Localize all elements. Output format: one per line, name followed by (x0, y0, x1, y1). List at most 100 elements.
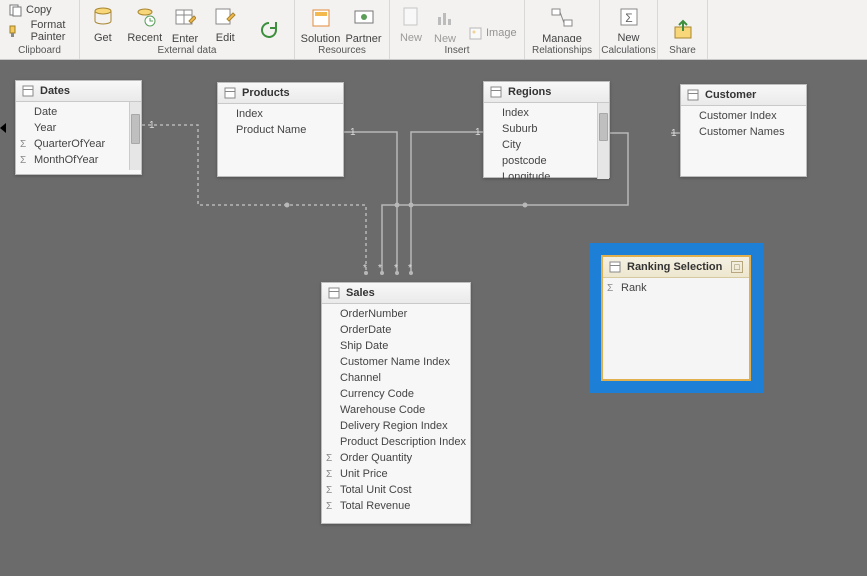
table-body-customer: Customer Index Customer Names (681, 106, 806, 142)
external-group-label: External data (80, 42, 295, 59)
field-row[interactable]: Date (16, 104, 141, 120)
scrollbar[interactable] (597, 103, 609, 179)
field-label: Channel (340, 372, 381, 384)
table-body-sales: OrderNumber OrderDate Ship Date Customer Na… (322, 304, 470, 516)
svg-text:*: * (408, 263, 412, 274)
table-sales[interactable]: Sales OrderNumber OrderDate Ship Date Custo… (321, 282, 471, 524)
field-row[interactable]: Suburb (484, 121, 609, 137)
field-row[interactable]: Customer Name Index (322, 354, 470, 370)
table-header-ranking[interactable]: Ranking Selection □ (603, 257, 749, 278)
table-header-products[interactable]: Products (218, 83, 343, 104)
table-icon (490, 86, 502, 98)
copy-button[interactable]: Copy (4, 2, 56, 18)
table-title: Sales (346, 287, 375, 299)
field-label: Unit Price (340, 468, 388, 480)
field-row[interactable]: Σ Total Unit Cost (322, 482, 470, 498)
table-header-dates[interactable]: Dates (16, 81, 141, 102)
scrollbar[interactable] (129, 102, 141, 170)
field-row[interactable]: Index (484, 105, 609, 121)
field-row[interactable]: Product Description Index (322, 434, 470, 450)
field-row[interactable]: Warehouse Code (322, 402, 470, 418)
field-row[interactable]: Ship Date (322, 338, 470, 354)
table-body-ranking: Σ Rank (603, 278, 749, 298)
field-label: OrderNumber (340, 308, 407, 320)
field-row[interactable]: Currency Code (322, 386, 470, 402)
table-icon (687, 89, 699, 101)
table-dates[interactable]: Dates Date Year ΣQuarterOfYear ΣMonthOfY… (15, 80, 142, 175)
field-label: Customer Names (699, 126, 785, 138)
sigma-icon: Σ (326, 453, 332, 464)
sigma-icon: Σ (326, 501, 332, 512)
measure-icon: Σ (616, 4, 642, 30)
ribbon-group-labels: Clipboard External data Resources Insert… (0, 42, 867, 60)
field-row[interactable]: City (484, 137, 609, 153)
showcase-icon (351, 5, 377, 31)
table-icon (609, 261, 621, 273)
field-row[interactable]: Customer Names (681, 124, 806, 140)
field-row[interactable]: ΣMonthOfYear (16, 152, 141, 168)
field-row[interactable]: Σ Rank (603, 280, 749, 296)
relationship-icon (549, 5, 575, 31)
field-label: Delivery Region Index (340, 420, 448, 432)
field-row[interactable]: Index (218, 106, 343, 122)
svg-text:1: 1 (671, 128, 677, 139)
field-row[interactable]: OrderDate (322, 322, 470, 338)
insert-group-label: Insert (390, 42, 525, 59)
field-label: Year (34, 122, 56, 134)
table-body-products: Index Product Name (218, 104, 343, 140)
cursor-icon (0, 123, 6, 133)
model-canvas[interactable]: 1 1 1 1 * * * * Dates Date Year ΣQuarter… (0, 60, 867, 576)
field-label: Rank (621, 282, 647, 294)
relationships-group-label: Relationships (525, 42, 600, 59)
field-label: Date (34, 106, 57, 118)
field-row[interactable]: Year (16, 120, 141, 136)
table-title: Ranking Selection (627, 261, 722, 273)
sigma-icon: Σ (607, 283, 613, 294)
table-icon (328, 287, 340, 299)
table-title: Dates (40, 85, 70, 97)
field-label: Customer Name Index (340, 356, 450, 368)
sigma-icon: Σ (326, 485, 332, 496)
field-label: Product Name (236, 124, 306, 136)
field-label: Index (236, 108, 263, 120)
field-row[interactable]: ΣUnit Price (322, 466, 470, 482)
image-button[interactable]: Image (464, 25, 521, 41)
page-icon (398, 4, 424, 30)
field-row[interactable]: Longitude (484, 169, 609, 179)
format-painter-button[interactable]: Format Painter (4, 18, 75, 44)
table-products[interactable]: Products Index Product Name (217, 82, 344, 177)
field-row[interactable]: Product Name (218, 122, 343, 138)
field-row[interactable]: ΣTotal Revenue (322, 498, 470, 514)
calculations-group-label: Calculations (600, 42, 658, 59)
field-row[interactable]: Customer Index (681, 108, 806, 124)
field-label: Currency Code (340, 388, 414, 400)
scrollbar-thumb[interactable] (599, 113, 608, 141)
table-body-dates: Date Year ΣQuarterOfYear ΣMonthOfYear (16, 102, 141, 170)
image-icon (468, 26, 482, 40)
table-customer[interactable]: Customer Customer Index Customer Names (680, 84, 807, 177)
table-header-sales[interactable]: Sales (322, 283, 470, 304)
field-row[interactable]: Delivery Region Index (322, 418, 470, 434)
table-regions[interactable]: Regions Index Suburb City postcode Longi… (483, 81, 610, 178)
field-label: Suburb (502, 123, 537, 135)
ranking-selection-highlight: Ranking Selection □ Σ Rank (589, 243, 763, 393)
field-label: Total Unit Cost (340, 484, 412, 496)
format-painter-label: Format Painter (25, 19, 71, 43)
template-icon (308, 5, 334, 31)
table-header-regions[interactable]: Regions (484, 82, 609, 103)
field-label: Product Description Index (340, 436, 466, 448)
maximize-icon[interactable]: □ (731, 261, 743, 273)
table-ranking-selection[interactable]: Ranking Selection □ Σ Rank (601, 255, 751, 381)
table-body-regions: Index Suburb City postcode Longitude (484, 103, 609, 179)
field-row[interactable]: ΣOrder Quantity (322, 450, 470, 466)
table-header-customer[interactable]: Customer (681, 85, 806, 106)
field-row[interactable]: OrderNumber (322, 306, 470, 322)
field-row[interactable]: Channel (322, 370, 470, 386)
scrollbar-thumb[interactable] (131, 114, 140, 144)
field-label: OrderDate (340, 324, 391, 336)
recent-icon (132, 4, 158, 30)
field-row[interactable]: ΣQuarterOfYear (16, 136, 141, 152)
field-row[interactable]: postcode (484, 153, 609, 169)
table-icon (22, 85, 34, 97)
table-pencil-icon (172, 5, 198, 31)
